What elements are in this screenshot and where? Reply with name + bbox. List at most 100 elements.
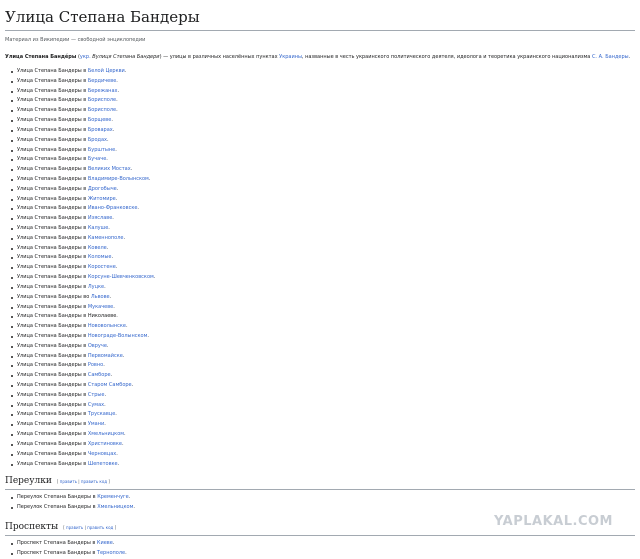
list-item: Улица Степана Бандеры в Умани. (11, 420, 635, 430)
edit-source-link[interactable]: править код (87, 525, 113, 530)
list-item: Улица Степана Бандеры в Броварах. (11, 126, 635, 136)
list-item: Улица Степана Бандеры в Владимире-Волынс… (11, 175, 635, 185)
city-link[interactable]: Ровно (88, 362, 103, 368)
city-link[interactable]: Борисполе (88, 107, 116, 113)
city-link[interactable]: Мукачеве (88, 304, 113, 310)
ukraine-link[interactable]: Украины (279, 54, 302, 60)
list-item: Улица Степана Бандеры в Ровно. (11, 361, 635, 371)
list-item: Улица Степана Бандеры в Бучаче. (11, 155, 635, 165)
city-link[interactable]: Сумах (88, 402, 104, 408)
list-item: Улица Степана Бандеры в Черновцах. (11, 450, 635, 460)
city-link[interactable]: Корсуне-Шевченковском (88, 274, 154, 280)
city-link[interactable]: Овруче (88, 343, 107, 349)
edit-bracket: ] (107, 479, 110, 485)
street-prefix: Улица Степана Бандеры (17, 313, 82, 320)
city-link[interactable]: Бурштыне (88, 147, 115, 153)
list-item: Улица Степана Бандеры в Дрогобыче. (11, 185, 635, 195)
city-link[interactable]: Владимире-Волынском (88, 176, 149, 182)
street-prefix: Улица Степана Бандеры (17, 382, 82, 388)
section-list: Проспект Степана Бандеры в Киеве. Проспек… (5, 539, 635, 559)
section-list: Переулок Степана Бандеры в Кременчуге. Пе… (5, 493, 635, 513)
list-item: Улица Степана Бандеры в Белой Церкви. (11, 67, 635, 77)
edit-source-link[interactable]: править код (81, 479, 107, 484)
edit-link[interactable]: править (60, 479, 77, 484)
city-link[interactable]: Борисполе (88, 97, 116, 103)
list-item: Улица Степана Бандеры в Бердичеве. (11, 77, 635, 87)
city-link[interactable]: Луцке (88, 284, 104, 290)
list-item: Улица Степана Бандеры в Борисполе. (11, 106, 635, 116)
street-prefix: Улица Степана Бандеры (17, 117, 82, 124)
city-link[interactable]: Броварах (88, 127, 113, 133)
city-link[interactable]: Шепетовке (88, 461, 118, 467)
list-item: Улица Степана Бандеры в Изяславе. (11, 214, 635, 224)
city-link[interactable]: Бучаче (88, 156, 106, 162)
bandera-link[interactable]: С. А. Бандеры (592, 54, 629, 60)
city-link[interactable]: Новограде-Волынском (88, 333, 148, 339)
street-prefix: Улица Степана Бандеры (17, 107, 82, 114)
city-link[interactable]: Белой Церкви (88, 68, 125, 74)
section: Переулки [ править | править код ] Переуло… (5, 475, 635, 513)
section-heading: Переулки [ править | править код ] (5, 475, 635, 491)
list-item: Улица Степана Бандеры в Стрые. (11, 391, 635, 401)
city-link[interactable]: Коломые (88, 254, 112, 260)
street-prefix: Улица Степана Бандеры (17, 225, 82, 231)
city-link[interactable]: Кременчуге (97, 494, 129, 500)
language-link[interactable]: укр. (80, 54, 91, 60)
city-link[interactable]: Бережанах (88, 88, 118, 94)
list-item: Улица Степана Бандеры в Коростене. (11, 263, 635, 273)
street-prefix: Улица Степана Бандеры (17, 185, 82, 192)
street-prefix: Улица Степана Бандеры (17, 97, 82, 104)
list-item: Улица Степана Бандеры во Львове. (11, 293, 635, 303)
edit-link[interactable]: править (66, 525, 83, 530)
list-item: Улица Степана Бандеры в Первомайске. (11, 352, 635, 362)
city-link[interactable]: Дрогобыче (88, 186, 117, 192)
item-end: . (133, 504, 135, 511)
street-prefix: Улица Степана Бандеры (17, 254, 82, 261)
street-prefix: Улица Степана Бандеры (17, 421, 82, 428)
city-link[interactable]: Стрые (88, 392, 105, 398)
lead-paragraph: Улица Степана Банде́ры (укр. Вулиця Степ… (5, 54, 635, 61)
city-link[interactable]: Ивано-Франковске (88, 205, 138, 211)
street-prefix: Улица Степана Бандеры (17, 215, 82, 222)
item-prefix: Переулок Степана Бандеры в (17, 494, 98, 501)
city-link[interactable]: Первомайске (88, 353, 123, 359)
city-link[interactable]: Борщеве (88, 117, 111, 123)
watermark: YAPLAKAL.COM (494, 514, 613, 529)
city-link: Николаеве (87, 313, 117, 320)
list-item: Улица Степана Бандеры в Хмельницком. (11, 430, 635, 440)
city-link[interactable]: Ковеле (88, 245, 107, 251)
city-link[interactable]: Великих Мостах (88, 166, 131, 172)
city-link[interactable]: Черновцах (88, 451, 116, 457)
street-prefix: Улица Степана Бандеры (17, 205, 82, 212)
city-link[interactable]: Хмельницком (88, 431, 124, 437)
city-link[interactable]: Коростене (88, 264, 116, 270)
city-link[interactable]: Бердичеве (88, 78, 116, 84)
street-prefix: Улица Степана Бандеры (17, 450, 82, 457)
section-title: Переулки (5, 476, 52, 487)
street-prefix: Улица Степана Бандеры (17, 195, 82, 202)
city-link[interactable]: Львове (91, 294, 110, 300)
list-item: Улица Степана Бандеры в Житомире. (11, 195, 635, 205)
street-prefix: Улица Степана Бандеры (17, 342, 82, 349)
city-link[interactable]: Киеве (97, 540, 113, 546)
city-link[interactable]: Хмельницком (97, 504, 133, 510)
list-item: Улица Степана Бандеры в Сумах. (11, 401, 635, 411)
city-link[interactable]: Каменнополе (88, 235, 124, 241)
city-link[interactable]: Изяславе (88, 215, 112, 221)
city-link[interactable]: Самборе (88, 372, 111, 378)
list-item: Улица Степана Бандеры в Овруче. (11, 342, 635, 352)
city-link[interactable]: Житомире (88, 196, 116, 202)
street-prefix: Улица Степана Бандеры (17, 156, 82, 163)
list-item: Улица Степана Бандеры в Нововолынске. (11, 322, 635, 332)
city-link[interactable]: Старом Самборе (88, 382, 132, 388)
city-link[interactable]: Калуше (88, 225, 108, 231)
city-link[interactable]: Бродах (88, 137, 107, 143)
edit-bracket: ] (113, 524, 117, 530)
city-link[interactable]: Трускавце (88, 411, 115, 417)
street-prefix: Улица Степана Бандеры (17, 323, 82, 330)
item-end: . (112, 539, 115, 546)
street-prefix: Улица Степана Бандеры (17, 274, 82, 281)
city-link[interactable]: Умани (88, 421, 104, 427)
city-link[interactable]: Христиновке (88, 441, 122, 447)
city-link[interactable]: Нововолынске (88, 323, 126, 329)
